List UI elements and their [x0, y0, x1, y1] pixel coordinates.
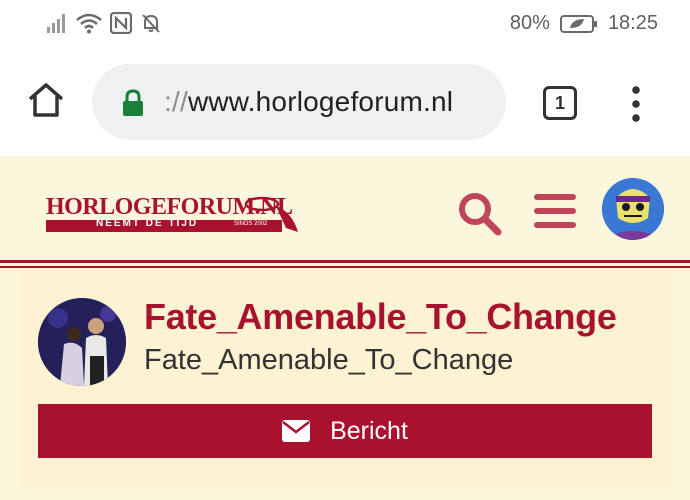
signal-icon	[46, 12, 68, 34]
nfc-icon	[110, 12, 132, 34]
more-vert-icon	[632, 86, 640, 122]
browser-menu-button[interactable]	[626, 84, 646, 124]
header-divider	[0, 260, 690, 263]
notifications-off-icon	[140, 12, 162, 34]
skeleton-avatar-icon	[602, 178, 664, 240]
user-photo-icon	[38, 298, 126, 386]
hamburger-icon	[534, 194, 576, 228]
profile-username: Fate_Amenable_To_Change	[144, 296, 617, 337]
message-button-label: Bericht	[330, 416, 408, 445]
status-right: 80% 18:25	[510, 12, 658, 35]
user-profile-card: Fate_Amenable_To_Change Fate_Amenable_To…	[20, 272, 670, 488]
battery-saver-icon	[559, 14, 598, 34]
tab-count: 1	[554, 92, 565, 113]
browser-toolbar: ://www.horlogeforum.nl 1	[0, 52, 690, 156]
url-host: www.horlogeforum.nl	[187, 86, 454, 117]
home-button[interactable]	[26, 80, 66, 120]
site-header: HORLOGEFORUM.NL NEEMT DE TIJD SINDS 2002	[0, 156, 690, 264]
home-icon	[28, 83, 64, 117]
current-user-avatar[interactable]	[602, 178, 664, 240]
logo-swoosh-icon	[244, 196, 298, 232]
wifi-icon	[76, 12, 102, 34]
url-text: ://www.horlogeforum.nl	[164, 86, 453, 118]
battery-percent: 80%	[509, 12, 550, 34]
search-button[interactable]	[456, 190, 502, 236]
hamburger-menu-button[interactable]	[534, 194, 576, 228]
url-scheme: ://	[164, 86, 188, 117]
envelope-icon	[282, 420, 311, 442]
profile-display-name: Fate_Amenable_To_Change	[144, 344, 514, 376]
site-logo[interactable]: HORLOGEFORUM.NL NEEMT DE TIJD SINDS 2002	[46, 194, 300, 244]
message-button[interactable]: Bericht	[38, 404, 652, 458]
status-bar: 80% 18:25	[0, 0, 690, 52]
lock-icon	[122, 89, 144, 122]
tab-switcher-button[interactable]: 1	[543, 86, 577, 120]
user-avatar	[38, 298, 126, 386]
status-left-icons	[46, 12, 162, 34]
address-bar[interactable]: ://www.horlogeforum.nl	[92, 64, 506, 140]
search-icon	[459, 193, 502, 236]
logo-tagline: NEEMT DE TIJD	[96, 218, 199, 229]
clock: 18:25	[607, 12, 658, 34]
header-divider-secondary	[0, 266, 690, 268]
